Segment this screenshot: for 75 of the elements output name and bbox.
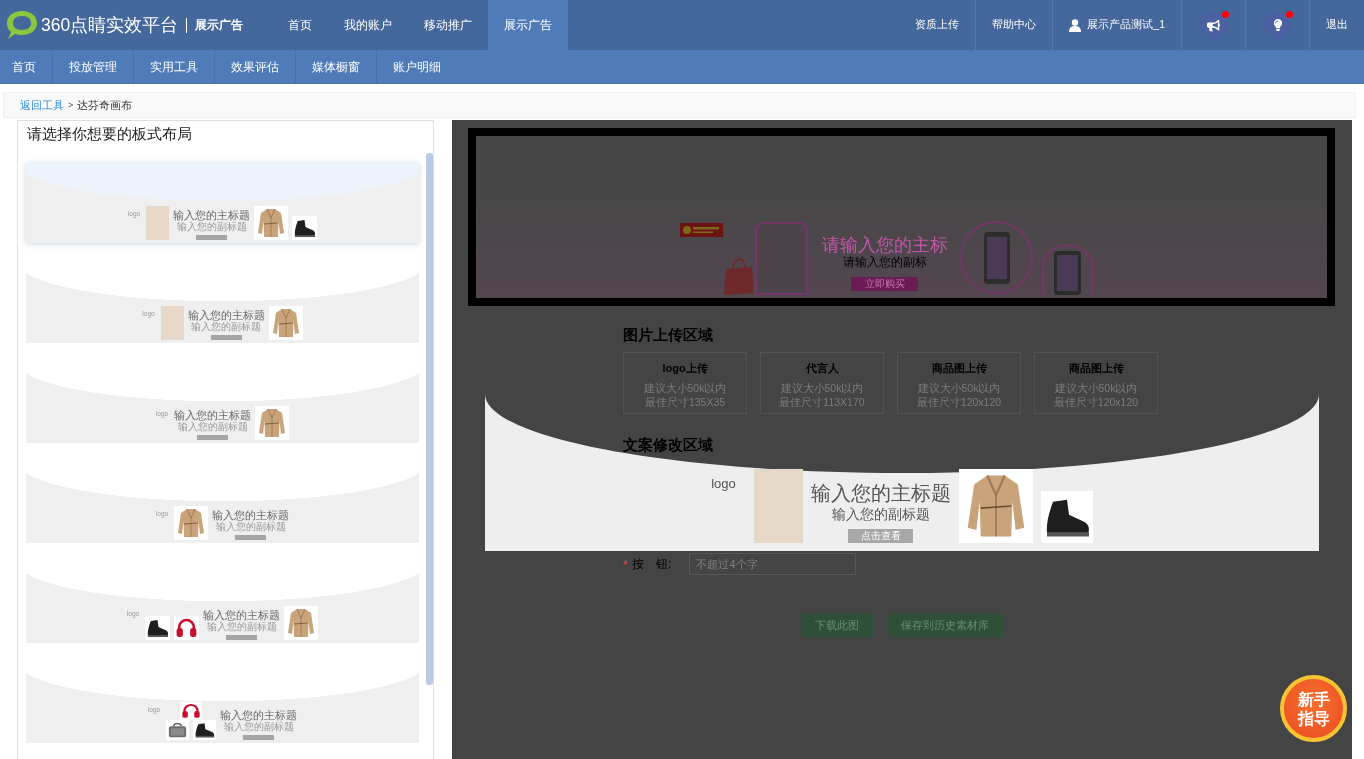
user-icon — [1069, 18, 1082, 32]
slot-title: 商品图上传 — [931, 361, 987, 375]
headline-text: 输入您的主标题 — [220, 709, 298, 721]
headphones-icon — [174, 616, 200, 640]
coat-icon — [958, 469, 1033, 543]
headline-text: 输入您的主标题 — [810, 481, 951, 505]
slot-title: logo上传 — [662, 361, 708, 375]
slot-title: 商品图上传 — [1068, 361, 1124, 375]
brand-name: 360点睛实效平台 — [41, 14, 179, 37]
logo-icon — [6, 10, 38, 40]
scrollbar-thumb[interactable] — [426, 153, 433, 685]
view-button[interactable] — [226, 635, 258, 640]
panel-title: 请选择你想要的板式布局 — [26, 124, 193, 144]
subheadline-text: 输入您的副标题 — [206, 621, 277, 632]
coat-icon — [255, 406, 290, 440]
photo-placeholder — [160, 306, 184, 340]
view-button[interactable] — [235, 535, 267, 540]
headphones-icon — [180, 702, 203, 720]
headline-text: 输入您的主标题 — [187, 309, 265, 321]
back-link[interactable]: 返回工具 — [20, 97, 64, 113]
headline-text: 输入您的主标题 — [174, 409, 252, 421]
view-button[interactable] — [197, 435, 229, 440]
breadcrumb-current: 达芬奇画布 — [77, 97, 133, 113]
banner-headline: 请输入您的主标 — [821, 235, 948, 255]
headline-text: 输入您的主标题 — [212, 509, 290, 521]
megaphone-icon[interactable] — [1200, 11, 1227, 39]
boot-icon — [193, 720, 217, 740]
shopping-bag-icon — [722, 255, 755, 295]
subheadline-text: 输入您的副标题 — [831, 505, 930, 523]
section-title: 文案修改区域 — [623, 436, 713, 454]
subnav-tab[interactable]: 效果评估 — [214, 50, 295, 84]
subheadline-text: 输入您的副标题 — [215, 521, 286, 532]
product-name: 展示广告 — [195, 16, 244, 34]
field-label: 按 钮: — [632, 555, 672, 573]
subheadline-text: 输入您的副标题 — [177, 421, 248, 432]
nav-tab[interactable]: 首页 — [272, 0, 328, 50]
view-button[interactable]: 点击查看 — [848, 529, 914, 543]
boot-icon — [292, 216, 318, 240]
subheadline-text: 输入您的副标题 — [223, 721, 294, 732]
required-mark: * — [623, 556, 629, 572]
subheadline-text: 输入您的副标题 — [176, 221, 247, 232]
subnav-tab[interactable]: 投放管理 — [52, 50, 133, 84]
logo-text: logo — [711, 477, 736, 490]
view-button[interactable] — [196, 235, 228, 240]
coat-icon — [254, 206, 289, 240]
photo-placeholder — [146, 206, 170, 240]
nav-tab[interactable]: 展示广告 — [488, 0, 568, 50]
subnav-tab[interactable]: 首页 — [0, 50, 52, 84]
view-button[interactable] — [210, 335, 242, 340]
boot-icon — [1040, 491, 1093, 543]
header-link[interactable]: 资质上传 — [899, 0, 976, 50]
slot-title: 代言人 — [805, 361, 839, 375]
phone-icon — [1040, 245, 1094, 295]
headline-text: 输入您的主标题 — [203, 609, 281, 621]
subheadline-text: 输入您的副标题 — [191, 321, 262, 332]
subnav-tab[interactable]: 实用工具 — [133, 50, 214, 84]
coat-icon — [174, 506, 209, 540]
lightbulb-icon[interactable] — [1264, 11, 1291, 39]
logo-icon — [679, 223, 723, 237]
banner-subheadline: 请输入您的副标 — [842, 255, 927, 269]
buy-button[interactable]: 立即购买 — [851, 277, 918, 291]
nav-tab[interactable]: 移动推广 — [408, 0, 488, 50]
headline-text: 输入您的主标题 — [173, 209, 251, 221]
coat-icon — [284, 606, 319, 640]
handbag-icon — [166, 720, 190, 740]
action-button[interactable]: 下载此图 — [800, 613, 873, 637]
phone-icon — [959, 220, 1033, 295]
nav-tab[interactable]: 我的账户 — [328, 0, 408, 50]
subnav-tab[interactable]: 账户明细 — [376, 50, 457, 84]
boot-icon — [145, 616, 171, 640]
breadcrumb-separator: > — [68, 100, 74, 110]
subnav-tab[interactable]: 媒体橱窗 — [295, 50, 376, 84]
coat-icon — [268, 306, 303, 340]
view-button[interactable] — [243, 735, 275, 740]
section-title: 图片上传区域 — [623, 326, 713, 344]
